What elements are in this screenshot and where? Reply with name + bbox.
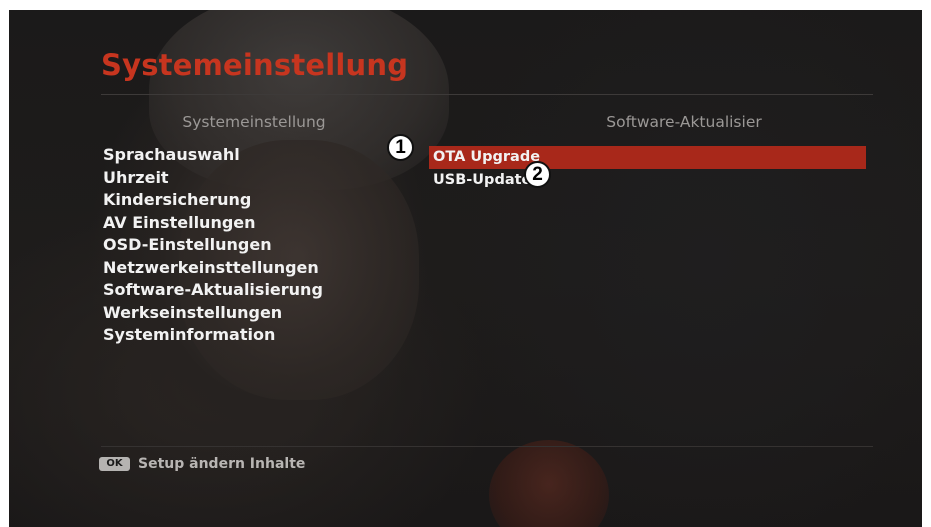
bottom-divider — [101, 446, 873, 447]
annotation-badge-1: 1 — [387, 134, 414, 161]
menu-item-av-einstellungen[interactable]: AV Einstellungen — [103, 212, 323, 235]
tv-screen: Systemeinstellung Systemeinstellung Soft… — [9, 10, 922, 527]
menu-item-uhrzeit[interactable]: Uhrzeit — [103, 167, 323, 190]
ok-key-icon: OK — [99, 457, 130, 471]
submenu-item-usb-update[interactable]: USB-Update — [429, 169, 866, 192]
footer-hint: OK Setup ändern Inhalte — [99, 456, 305, 472]
background-microphone — [489, 440, 609, 527]
menu-item-systeminformation[interactable]: Systeminformation — [103, 324, 323, 347]
menu-item-sprachauswahl[interactable]: Sprachauswahl — [103, 144, 323, 167]
annotation-badge-2: 2 — [524, 161, 551, 188]
top-divider — [101, 94, 873, 95]
right-column-header: Software-Aktualisier — [606, 113, 762, 131]
left-column-header: Systemeinstellung — [182, 113, 326, 131]
settings-menu: Sprachauswahl Uhrzeit Kindersicherung AV… — [103, 144, 323, 347]
menu-item-werkseinstellungen[interactable]: Werkseinstellungen — [103, 302, 323, 325]
software-update-submenu: OTA Upgrade USB-Update — [429, 146, 866, 192]
menu-item-osd-einstellungen[interactable]: OSD-Einstellungen — [103, 234, 323, 257]
menu-item-netzwerkeinstellungen[interactable]: Netzwerkeinsttellungen — [103, 257, 323, 280]
page-title: Systemeinstellung — [101, 48, 409, 82]
footer-hint-text: Setup ändern Inhalte — [138, 456, 306, 472]
submenu-item-ota-upgrade[interactable]: OTA Upgrade — [429, 146, 866, 169]
menu-item-software-aktualisierung[interactable]: Software-Aktualisierung — [103, 279, 323, 302]
menu-item-kindersicherung[interactable]: Kindersicherung — [103, 189, 323, 212]
